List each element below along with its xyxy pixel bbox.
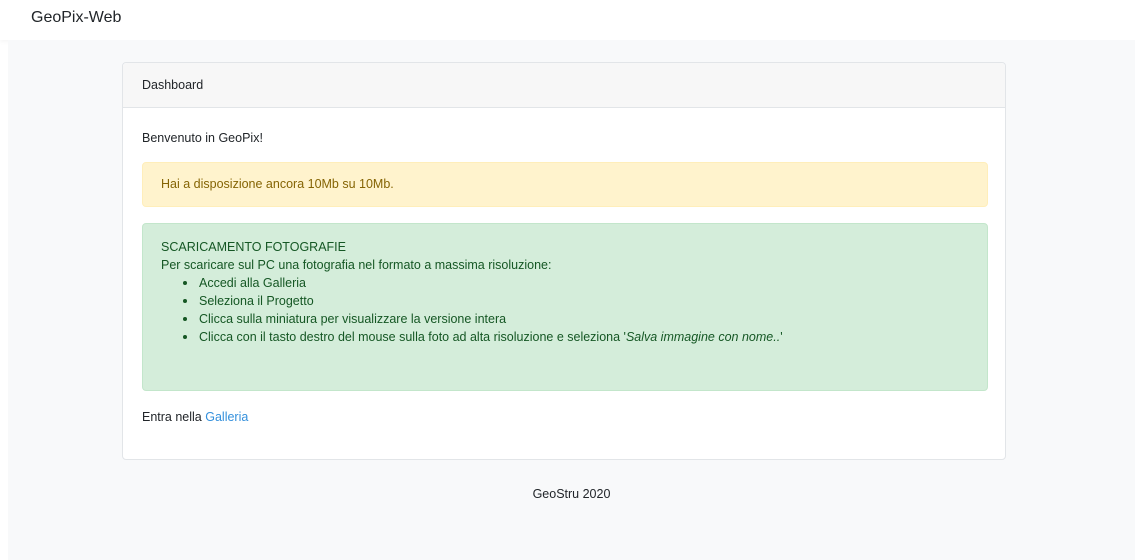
list-item: Clicca con il tasto destro del mouse sul… [183, 328, 987, 346]
enter-gallery-line: Entra nella Galleria [142, 410, 248, 424]
download-info-alert: SCARICAMENTO FOTOGRAFIE Per scaricare su… [142, 223, 988, 391]
card-header: Dashboard [123, 63, 1005, 108]
top-navbar: GeoPix-Web [0, 0, 1135, 40]
list-item: Clicca sulla miniatura per visualizzare … [183, 310, 987, 328]
download-info-intro: Per scaricare sul PC una fotografia nel … [161, 258, 552, 272]
step-text-prefix: Clicca con il tasto destro del mouse sul… [199, 330, 626, 344]
list-item: Seleziona il Progetto [183, 292, 987, 310]
step-text-italic: Salva immagine con nome.. [625, 330, 781, 344]
welcome-text: Benvenuto in GeoPix! [142, 131, 263, 145]
quota-alert: Hai a disposizione ancora 10Mb su 10Mb. [142, 162, 988, 207]
brand-link[interactable]: GeoPix-Web [31, 9, 121, 27]
list-item: Accedi alla Galleria [183, 274, 987, 292]
bullet-icon [183, 281, 187, 285]
step-text-suffix: ' [780, 330, 783, 344]
bullet-icon [183, 317, 187, 321]
step-text: Clicca sulla miniatura per visualizzare … [199, 312, 507, 326]
footer-text: GeoStru 2020 [532, 487, 611, 501]
bullet-icon [183, 299, 187, 303]
gallery-link[interactable]: Galleria [205, 410, 248, 424]
dashboard-card: Dashboard Benvenuto in GeoPix! Hai a dis… [122, 62, 1006, 460]
step-text: Accedi alla Galleria [199, 276, 306, 290]
step-text: Seleziona il Progetto [199, 294, 314, 308]
download-steps-list: Accedi alla Galleria Seleziona il Proget… [161, 274, 987, 346]
enter-gallery-prefix: Entra nella [142, 410, 202, 424]
download-info-title: SCARICAMENTO FOTOGRAFIE [161, 240, 346, 254]
bullet-icon [183, 335, 187, 339]
main-content: Dashboard Benvenuto in GeoPix! Hai a dis… [8, 40, 1135, 560]
